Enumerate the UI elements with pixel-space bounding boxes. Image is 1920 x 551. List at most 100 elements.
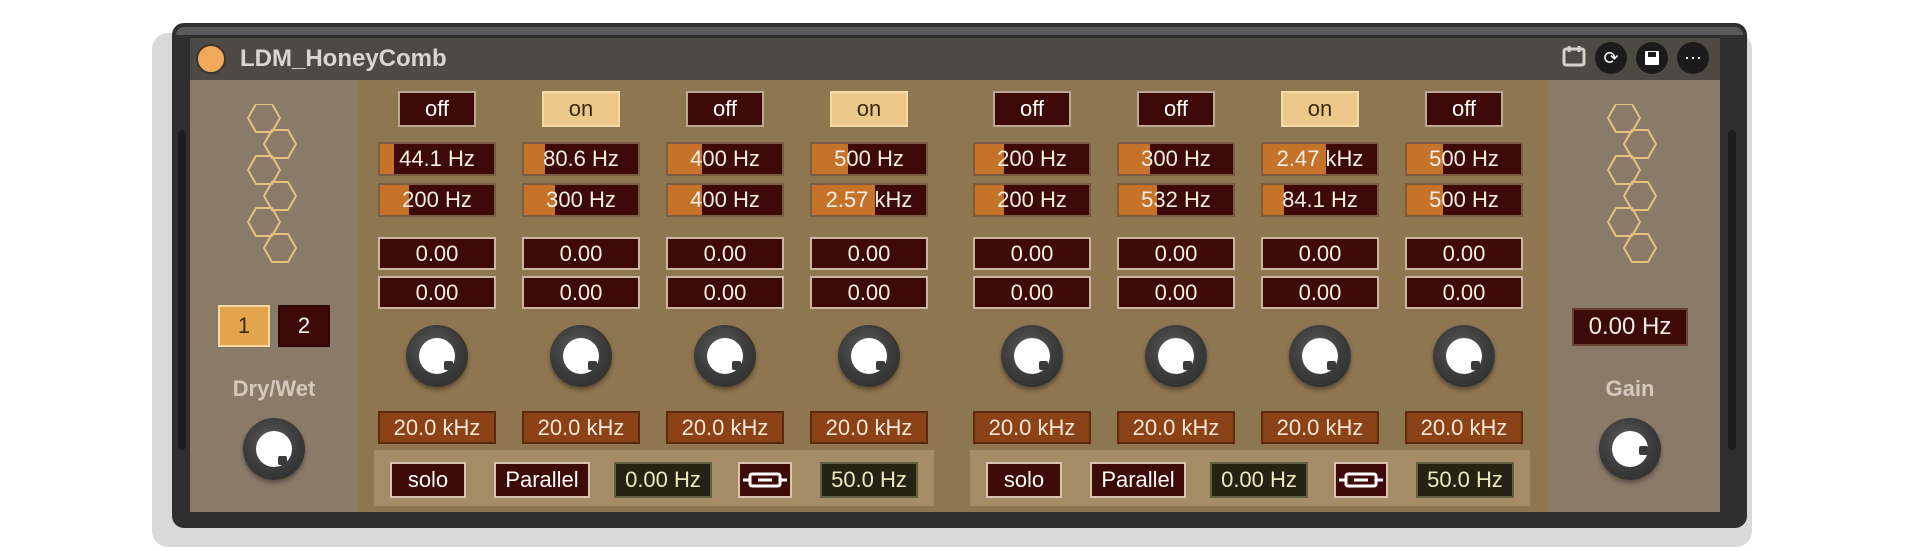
band-4-value-1[interactable]: 0.00 xyxy=(810,237,928,270)
gain-knob[interactable] xyxy=(1599,418,1661,480)
band-6-freq-low-field[interactable]: 300 Hz xyxy=(1117,142,1235,176)
band-3-freq-high-field[interactable]: 400 Hz xyxy=(666,183,784,217)
band-7-freq-low-field[interactable]: 2.47 kHz xyxy=(1261,142,1379,176)
group-b-link-button[interactable] xyxy=(1334,462,1388,498)
band-2-freq-high-value: 300 Hz xyxy=(546,187,616,212)
band-2-toggle[interactable]: on xyxy=(542,91,620,127)
band-1-freq-high-value: 200 Hz xyxy=(402,187,472,212)
band-8-toggle[interactable]: off xyxy=(1425,91,1503,127)
band-4-freq-low-value: 500 Hz xyxy=(834,146,904,171)
band-3-freq-low-value: 400 Hz xyxy=(690,146,760,171)
bank-2-button[interactable]: 2 xyxy=(278,305,330,347)
band-4-freq-high-field[interactable]: 2.57 kHz xyxy=(810,183,928,217)
band-4-cutoff[interactable]: 20.0 kHz xyxy=(810,411,928,444)
group-b-parallel-button[interactable]: Parallel xyxy=(1090,462,1186,498)
band-8-knob[interactable] xyxy=(1433,325,1495,387)
band-1-freq-low-field[interactable]: 44.1 Hz xyxy=(378,142,496,176)
link-icon xyxy=(1339,472,1383,488)
band-8-freq-high-field[interactable]: 500 Hz xyxy=(1405,183,1523,217)
refresh-icon[interactable]: ⟳ xyxy=(1595,42,1627,74)
group-b-group-freq2-field[interactable]: 50.0 Hz xyxy=(1416,462,1514,498)
group-b-group-freq-field[interactable]: 0.00 Hz xyxy=(1210,462,1308,498)
left-rail xyxy=(178,130,186,450)
band-3-freq-low-field[interactable]: 400 Hz xyxy=(666,142,784,176)
band-1-cutoff[interactable]: 20.0 kHz xyxy=(378,411,496,444)
band-7-value-1[interactable]: 0.00 xyxy=(1261,237,1379,270)
band-1-value-1[interactable]: 0.00 xyxy=(378,237,496,270)
band-6-freq-high-value: 532 Hz xyxy=(1141,187,1211,212)
band-3-value-1[interactable]: 0.00 xyxy=(666,237,784,270)
band-1-freq-low-fill xyxy=(380,144,394,174)
band-7-value-2[interactable]: 0.00 xyxy=(1261,276,1379,309)
band-8-value-1[interactable]: 0.00 xyxy=(1405,237,1523,270)
band-6-knob[interactable] xyxy=(1145,325,1207,387)
band-7-cutoff[interactable]: 20.0 kHz xyxy=(1261,411,1379,444)
band-5-freq-low-field[interactable]: 200 Hz xyxy=(973,142,1091,176)
band-5-freq-high-value: 200 Hz xyxy=(997,187,1067,212)
more-icon[interactable]: ⋯ xyxy=(1677,42,1709,74)
right-rail xyxy=(1728,130,1736,450)
calendar-icon[interactable] xyxy=(1558,42,1590,74)
drywet-knob[interactable] xyxy=(243,418,305,480)
band-8-freq-low-value: 500 Hz xyxy=(1429,146,1499,171)
group-b-solo-button[interactable]: solo xyxy=(986,462,1062,498)
drywet-label: Dry/Wet xyxy=(232,376,316,401)
group-a-link-button[interactable] xyxy=(738,462,792,498)
band-5-value-2[interactable]: 0.00 xyxy=(973,276,1091,309)
band-5-freq-high-field[interactable]: 200 Hz xyxy=(973,183,1091,217)
band-6-toggle[interactable]: off xyxy=(1137,91,1215,127)
band-3-freq-high-value: 400 Hz xyxy=(690,187,760,212)
band-4-value-2[interactable]: 0.00 xyxy=(810,276,928,309)
band-7-freq-high-value: 84.1 Hz xyxy=(1282,187,1358,212)
band-6-cutoff[interactable]: 20.0 kHz xyxy=(1117,411,1235,444)
band-8-cutoff[interactable]: 20.0 kHz xyxy=(1405,411,1523,444)
band-8-value-2[interactable]: 0.00 xyxy=(1405,276,1523,309)
device-power-button[interactable] xyxy=(196,44,226,74)
band-2-cutoff[interactable]: 20.0 kHz xyxy=(522,411,640,444)
save-icon[interactable] xyxy=(1636,42,1668,74)
band-1-toggle[interactable]: off xyxy=(398,91,476,127)
honeycomb-logo-left xyxy=(246,104,298,263)
band-1-freq-high-field[interactable]: 200 Hz xyxy=(378,183,496,217)
band-3-value-2[interactable]: 0.00 xyxy=(666,276,784,309)
group-a-group-freq-field[interactable]: 0.00 Hz xyxy=(614,462,712,498)
band-6-value-2[interactable]: 0.00 xyxy=(1117,276,1235,309)
group-a-group-freq2-field[interactable]: 50.0 Hz xyxy=(820,462,918,498)
band-7-freq-high-field[interactable]: 84.1 Hz xyxy=(1261,183,1379,217)
band-1-freq-low-value: 44.1 Hz xyxy=(399,146,475,171)
output-freq-readout[interactable]: 0.00 Hz xyxy=(1572,308,1688,346)
band-4-knob[interactable] xyxy=(838,325,900,387)
link-icon xyxy=(743,472,787,488)
band-5-cutoff[interactable]: 20.0 kHz xyxy=(973,411,1091,444)
bank-1-button[interactable]: 1 xyxy=(218,305,270,347)
band-2-freq-high-field[interactable]: 300 Hz xyxy=(522,183,640,217)
device-top-edge xyxy=(176,27,1743,35)
band-6-freq-high-field[interactable]: 532 Hz xyxy=(1117,183,1235,217)
band-6-freq-low-value: 300 Hz xyxy=(1141,146,1211,171)
band-2-freq-low-fill xyxy=(524,144,545,174)
band-4-toggle[interactable]: on xyxy=(830,91,908,127)
band-7-toggle[interactable]: on xyxy=(1281,91,1359,127)
band-3-toggle[interactable]: off xyxy=(686,91,764,127)
group-a-parallel-button[interactable]: Parallel xyxy=(494,462,590,498)
band-4-freq-low-field[interactable]: 500 Hz xyxy=(810,142,928,176)
band-1-knob[interactable] xyxy=(406,325,468,387)
band-7-knob[interactable] xyxy=(1289,325,1351,387)
band-2-value-1[interactable]: 0.00 xyxy=(522,237,640,270)
band-3-cutoff[interactable]: 20.0 kHz xyxy=(666,411,784,444)
band-1-value-2[interactable]: 0.00 xyxy=(378,276,496,309)
gain-label: Gain xyxy=(1605,376,1655,401)
honeycomb-logo-right xyxy=(1606,104,1658,263)
band-2-knob[interactable] xyxy=(550,325,612,387)
band-3-knob[interactable] xyxy=(694,325,756,387)
band-5-value-1[interactable]: 0.00 xyxy=(973,237,1091,270)
band-6-value-1[interactable]: 0.00 xyxy=(1117,237,1235,270)
band-5-freq-low-value: 200 Hz xyxy=(997,146,1067,171)
group-a-solo-button[interactable]: solo xyxy=(390,462,466,498)
band-8-freq-low-field[interactable]: 500 Hz xyxy=(1405,142,1523,176)
band-5-toggle[interactable]: off xyxy=(993,91,1071,127)
band-2-value-2[interactable]: 0.00 xyxy=(522,276,640,309)
band-5-knob[interactable] xyxy=(1001,325,1063,387)
band-8-freq-high-value: 500 Hz xyxy=(1429,187,1499,212)
band-2-freq-low-field[interactable]: 80.6 Hz xyxy=(522,142,640,176)
